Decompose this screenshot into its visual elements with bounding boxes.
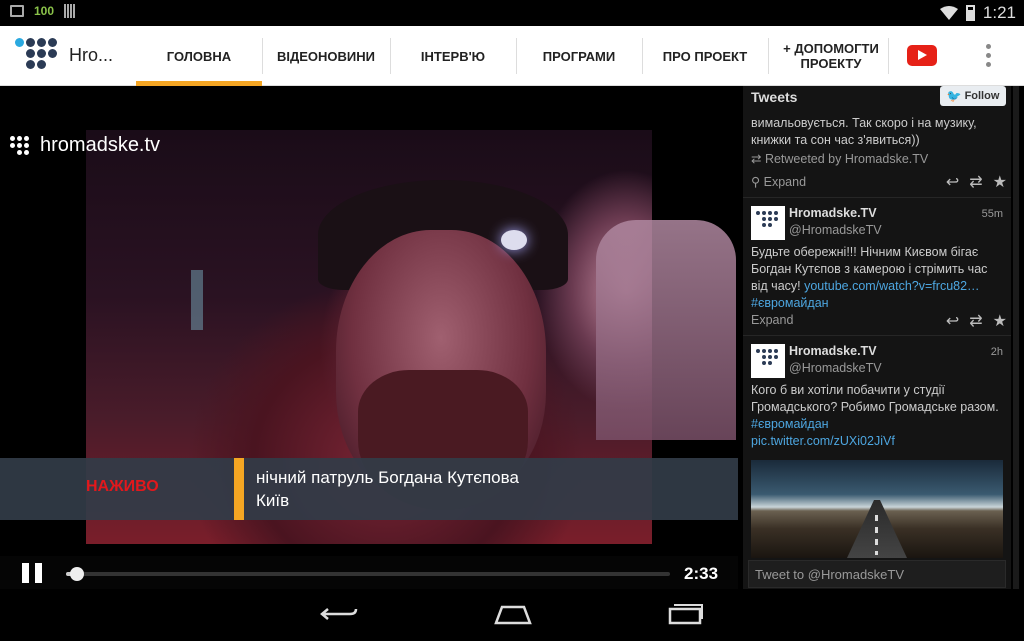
clock: 1:21 [982, 3, 1016, 22]
watermark-logo-icon [10, 136, 36, 155]
tweet-time: 55m [981, 208, 1003, 220]
twitter-bird-icon: 🐦 [946, 89, 962, 103]
tweet-expand-link[interactable]: ⚲ Expand [751, 174, 806, 189]
avatar-logo-icon [756, 349, 780, 365]
avatar[interactable] [751, 344, 785, 378]
tweet-item[interactable]: Hromadske.TV @HromadskeTV 2h Кого б ви х… [743, 335, 1011, 565]
nav-tab-label: ПРОГРАМИ [542, 48, 616, 64]
status-right: 1:21 [939, 3, 1016, 23]
road-line-graphic [875, 515, 878, 555]
tweet-hashtag[interactable]: #євромайдан [751, 296, 829, 310]
tweet-actions: ↩ ⇄ ★ [946, 311, 1007, 331]
seek-bar[interactable] [66, 567, 670, 581]
tweet-hashtag[interactable]: #євромайдан [751, 417, 829, 431]
barcode-notification-icon [64, 4, 77, 18]
status-left: 100 [10, 4, 77, 18]
seek-thumb[interactable] [70, 567, 85, 581]
reply-icon[interactable]: ↩ [946, 172, 959, 192]
nav-tab-label: + ДОПОМОГТИ ПРОЕКТУ [783, 41, 879, 71]
nav-tab-4[interactable]: ПРО ПРОЕКТ [642, 26, 768, 86]
tweet-item[interactable]: Hromadske.TV @HromadskeTV 55m Будьте обе… [743, 197, 1011, 335]
main-nav: ГОЛОВНА ВІДЕОНОВИНИ ІНТЕРВ'Ю ПРОГРАМИ ПРО ПР… [136, 26, 894, 86]
battery-notification-text: 100 [34, 4, 55, 18]
more-vert-icon[interactable] [986, 44, 992, 68]
retweet-icon[interactable]: ⇄ [969, 172, 982, 192]
nav-tab-5[interactable]: + ДОПОМОГТИ ПРОЕКТУ [768, 26, 894, 86]
follow-label: Follow [964, 90, 1000, 102]
watermark-text: hromadske.tv [40, 134, 161, 156]
image-notification-icon [10, 5, 24, 17]
nav-tab-1[interactable]: ВІДЕОНОВИНИ [262, 26, 390, 86]
caption-title: нічний патруль Богдана Кутєпова [256, 468, 519, 487]
time-remaining: 2:33 [684, 564, 719, 583]
tweet-image[interactable] [751, 460, 1003, 558]
retweet-icon[interactable]: ⇄ [969, 311, 982, 331]
tweet-author-handle: @HromadskeTV [789, 361, 882, 375]
background-building [596, 220, 736, 440]
nav-tab-label: ПРО ПРОЕКТ [662, 48, 748, 64]
favorite-icon[interactable]: ★ [993, 311, 1007, 331]
tweet-text: вимальовується. Так скоро і на музику, к… [751, 116, 977, 147]
favorite-icon[interactable]: ★ [993, 172, 1007, 192]
tweets-title: Tweets [751, 89, 798, 105]
tweet-link[interactable]: youtube.com/watch?v=frcu82… [804, 279, 979, 293]
status-bar: 100 1:21 [0, 0, 1024, 26]
tweet-author-name[interactable]: Hromadske.TV [789, 344, 877, 358]
player-controls: 2:33 [0, 556, 738, 589]
reply-icon[interactable]: ↩ [946, 311, 959, 331]
app-title: Hro... [69, 45, 114, 65]
avatar-logo-icon [756, 211, 780, 227]
retweet-info: ⇄ Retweeted by Hromadske.TV [751, 151, 928, 166]
tweet-link[interactable]: pic.twitter.com/zUXi02JiVf [751, 434, 895, 448]
lower-third: НАЖИВО нічний патруль Богдана Кутєпова К… [0, 458, 738, 520]
nav-tab-label: ІНТЕРВ'Ю [420, 48, 486, 64]
wifi-icon [939, 6, 958, 20]
retweet-label: Retweeted by Hromadske.TV [764, 152, 929, 166]
tweets-panel: Tweets 🐦 Follow вимальовується. Так скор… [743, 86, 1011, 589]
background-light [191, 270, 203, 330]
system-nav-bar [0, 589, 1024, 641]
tweet-actions: ↩ ⇄ ★ [946, 172, 1007, 192]
youtube-icon[interactable] [907, 45, 937, 66]
battery-icon [965, 5, 975, 21]
tweet-body: Кого б ви хотіли побачити у студії Грома… [751, 382, 1007, 450]
divider [888, 38, 889, 74]
live-label: НАЖИВО [86, 478, 159, 495]
headlamp-light [501, 230, 527, 250]
follow-button[interactable]: 🐦 Follow [940, 86, 1006, 106]
nav-tab-label: ВІДЕОНОВИНИ [276, 48, 375, 64]
nav-tab-label: ГОЛОВНА [166, 48, 232, 64]
location-icon: ⚲ [751, 175, 764, 189]
tweet-body: Будьте обережні!!! Нічним Києвом бігає Б… [751, 244, 1007, 312]
tweet-compose-input[interactable]: Tweet to @HromadskeTV [748, 560, 1006, 588]
tweet-author-handle: @HromadskeTV [789, 223, 882, 237]
channel-watermark: hromadske.tv [10, 134, 160, 157]
tweets-header: Tweets 🐦 Follow [743, 86, 1011, 110]
tweet-author-name[interactable]: Hromadske.TV [789, 206, 877, 220]
app-bar: Hro... ГОЛОВНА ВІДЕОНОВИНИ ІНТЕРВ'Ю ПРОГРАМ… [0, 26, 1024, 86]
lower-third-accent [234, 458, 244, 520]
retweet-icon: ⇄ [751, 152, 765, 166]
tweet-text: Кого б ви хотіли побачити у студії Грома… [751, 383, 999, 414]
caption-location: Київ [256, 491, 290, 510]
scrollbar[interactable] [1013, 86, 1019, 589]
nav-tab-2[interactable]: ІНТЕРВ'Ю [390, 26, 516, 86]
video-player[interactable]: hromadske.tv НАЖИВО нічний патруль Богда… [0, 86, 738, 589]
recent-apps-icon[interactable] [668, 603, 704, 625]
nav-tab-3[interactable]: ПРОГРАМИ [516, 26, 642, 86]
nav-tab-0[interactable]: ГОЛОВНА [136, 26, 262, 86]
tweet-expand-link[interactable]: Expand [751, 313, 793, 327]
home-icon[interactable] [494, 603, 532, 625]
hromadske-logo-icon[interactable] [14, 34, 62, 78]
tweet-time: 2h [990, 346, 1003, 358]
back-icon[interactable] [320, 603, 360, 625]
expand-label: Expand [763, 175, 807, 189]
avatar[interactable] [751, 206, 785, 240]
pause-icon[interactable] [22, 563, 44, 583]
